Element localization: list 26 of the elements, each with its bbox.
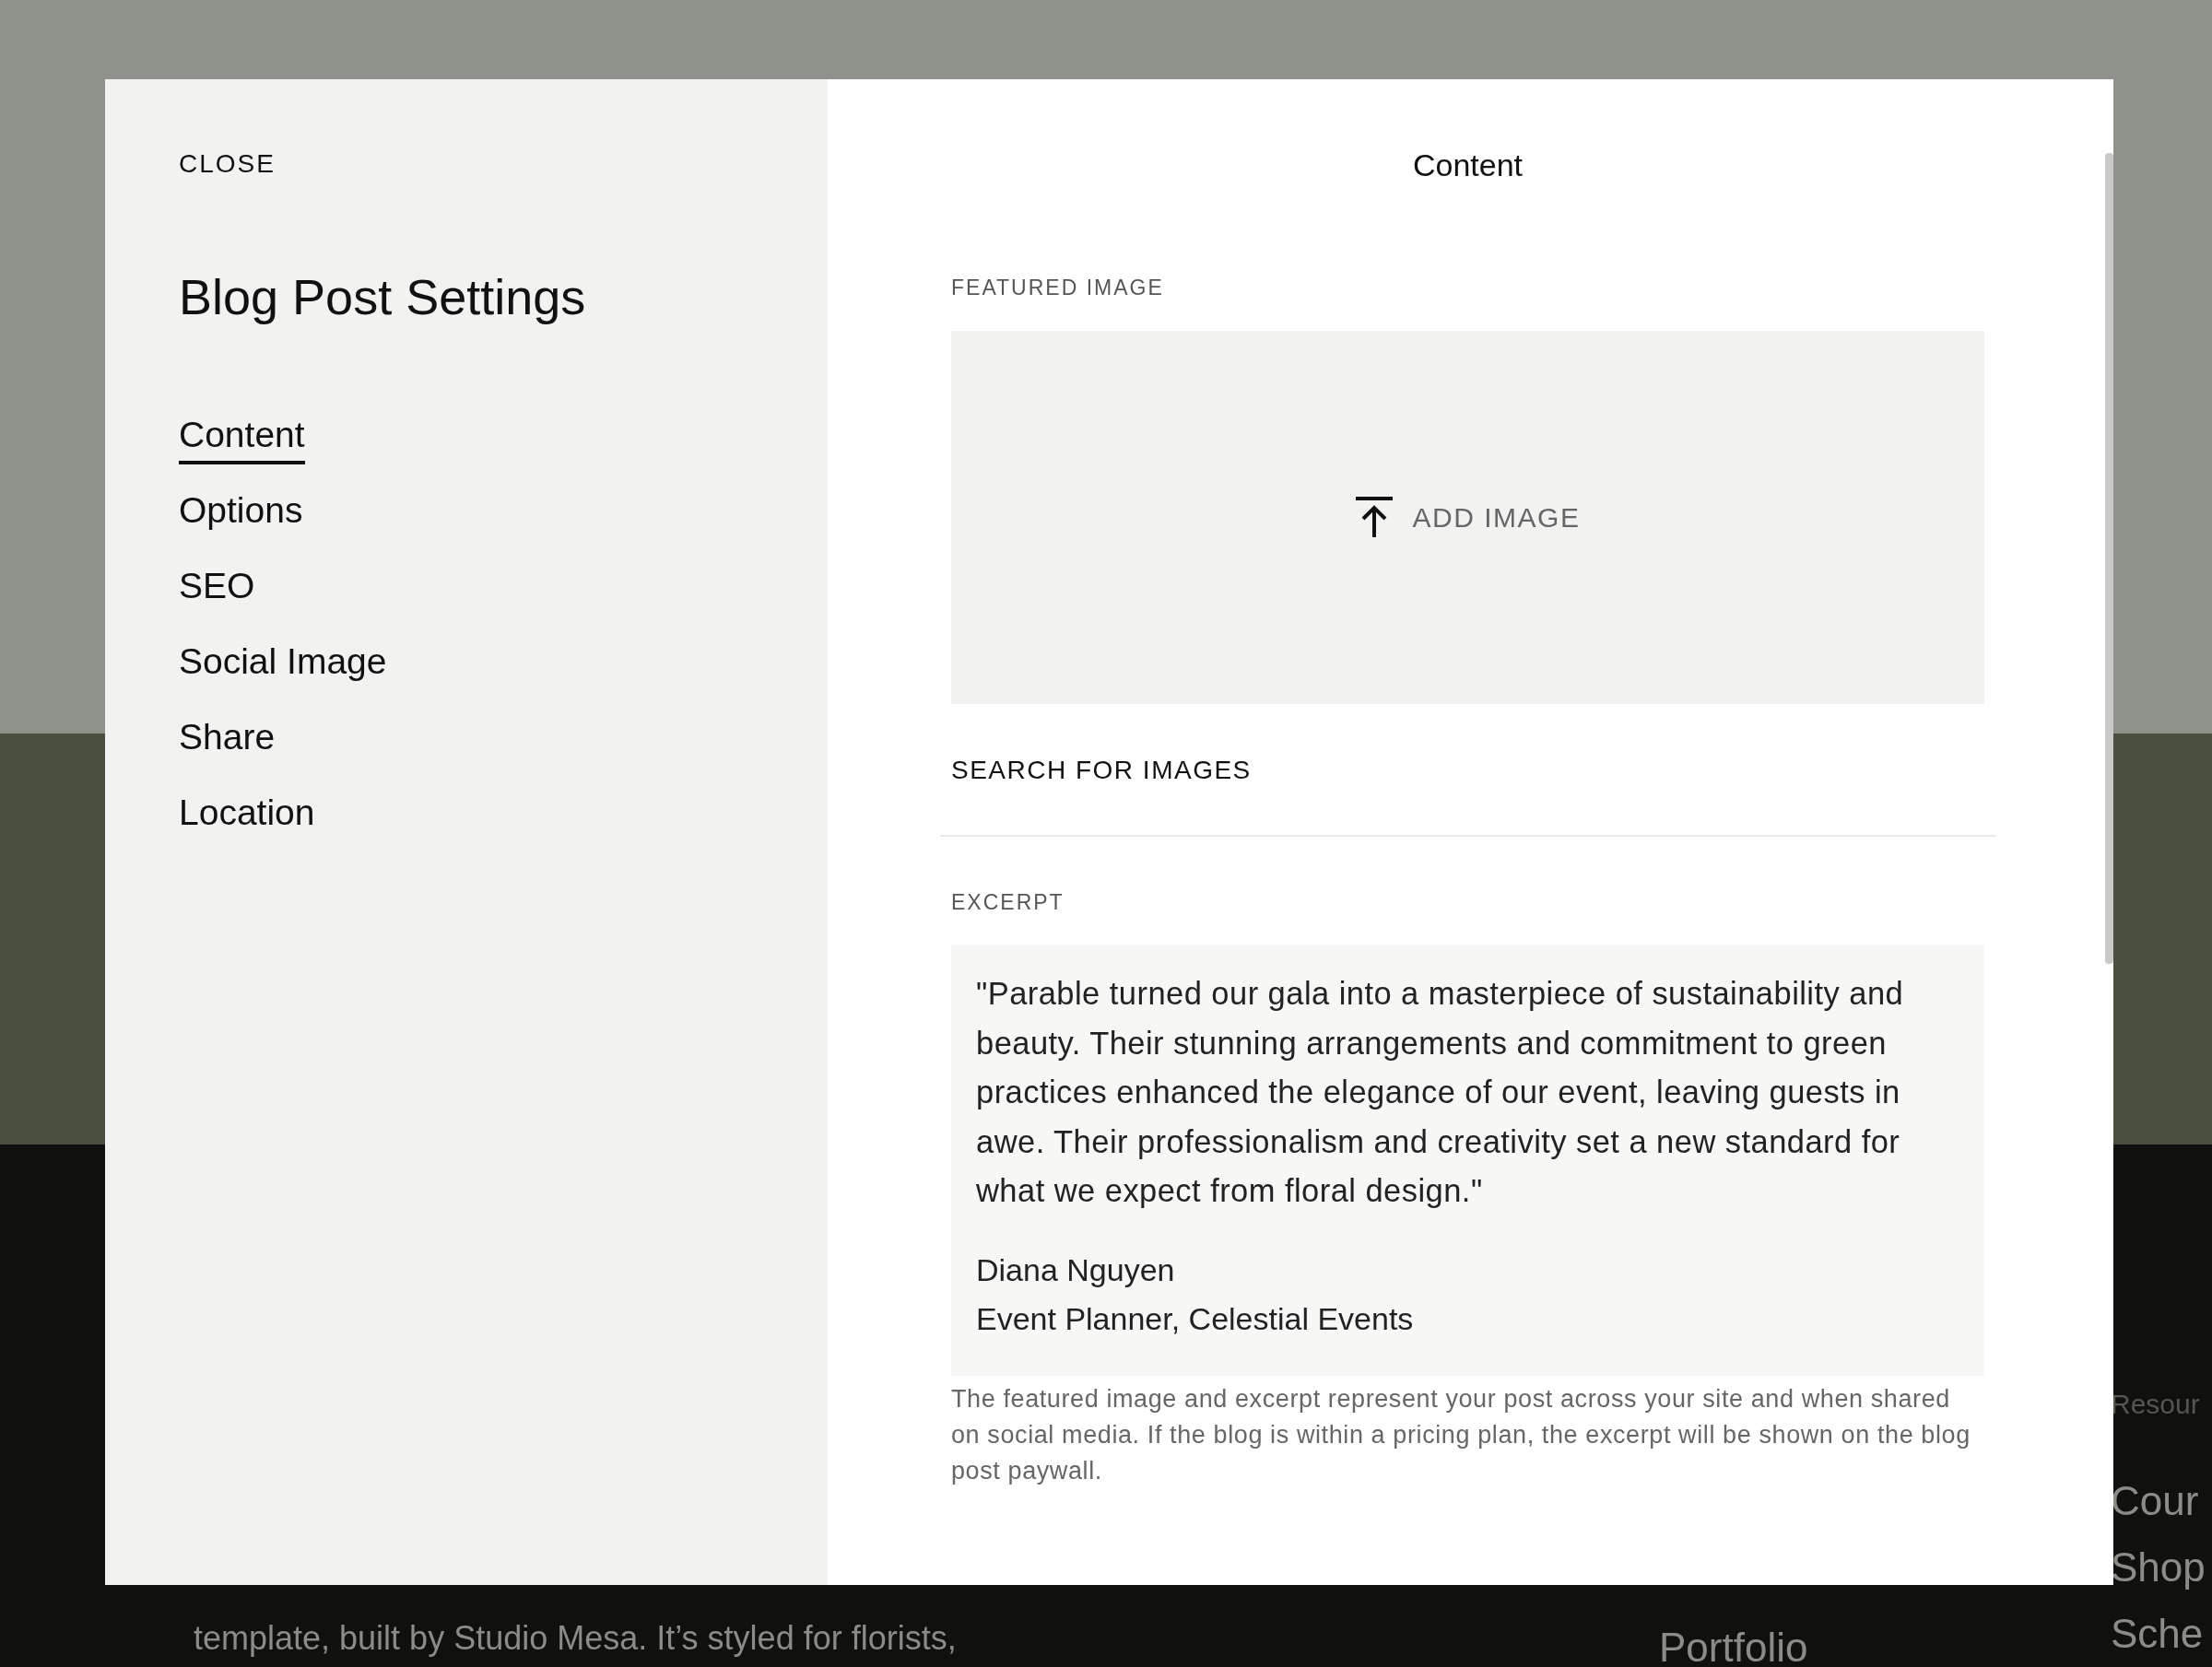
dialog-title: Blog Post Settings <box>179 268 586 326</box>
upload-icon <box>1355 496 1393 539</box>
section-label: FEATURED IMAGE <box>951 275 1164 301</box>
sidebar-item[interactable]: Location <box>179 791 315 842</box>
sidebar-item[interactable]: Social Image <box>179 640 387 691</box>
footer-link[interactable]: Cour <box>2111 1478 2199 1524</box>
sidebar-item[interactable]: Content <box>179 413 305 464</box>
footer-link[interactable]: Shop <box>2111 1544 2206 1591</box>
panel-title: Content <box>1411 147 1524 184</box>
footer-link[interactable]: Portfolio <box>1659 1625 1808 1667</box>
sidebar-item[interactable]: Options <box>179 488 303 540</box>
excerpt-text: Event Planner, Celestial Events <box>976 1300 1414 1338</box>
help-text: The featured image and excerpt represent your post across your site and when shared on social media. If the blog is within a pricing plan, the excerpt will be shown on the blog post paywall. <box>951 1383 1971 1486</box>
section-label: EXCERPT <box>951 889 1065 916</box>
sidebar-item[interactable]: SEO <box>179 564 255 616</box>
excerpt-text: Diana Nguyen <box>976 1250 1175 1289</box>
search-images-link[interactable]: SEARCH FOR IMAGES <box>951 754 1252 787</box>
footer-text: template, built by Studio Mesa. It’s styled for florists, <box>194 1618 958 1659</box>
image-dropzone[interactable]: ADD IMAGE <box>951 331 1984 704</box>
footer-heading: Resour <box>2111 1388 2201 1421</box>
sidebar-item[interactable]: Share <box>179 715 276 767</box>
add-image-button[interactable]: ADD IMAGE <box>1355 496 1581 539</box>
scrollbar[interactable] <box>2105 153 2113 964</box>
footer-link[interactable]: Sche <box>2111 1611 2204 1657</box>
excerpt-text: "Parable turned our gala into a masterpiece of sustainability and beauty. Their stunning arrangements and commitment to green practices enhanced the elegance of our event, leaving guests in awe. Their professionalism and creativity set a new standard for what we expect from floral design." <box>976 975 1905 1210</box>
close-button[interactable]: CLOSE <box>179 147 276 181</box>
